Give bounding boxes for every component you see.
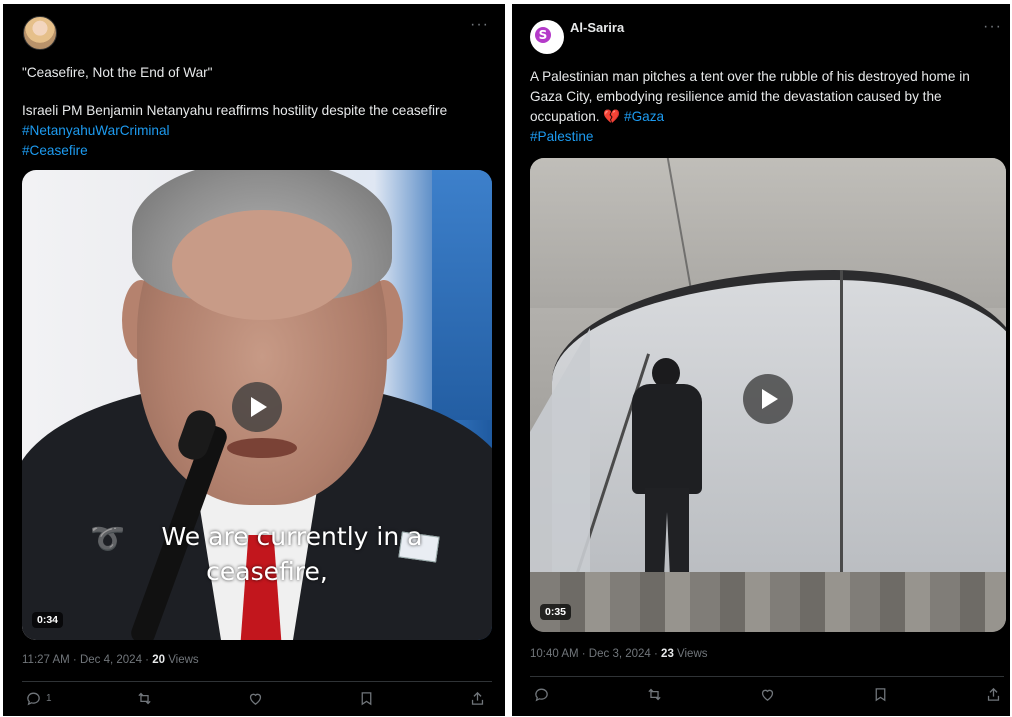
post-text: A Palestinian man pitches a tent over th… <box>530 67 1005 147</box>
post-text: "Ceasefire, Not the End of War" Israeli … <box>22 63 492 161</box>
divider <box>22 681 492 682</box>
reply-icon <box>27 692 40 706</box>
post-body: A Palestinian man pitches a tent over th… <box>530 69 970 124</box>
views-label: Views <box>165 654 199 666</box>
views-count: 20 <box>152 654 165 666</box>
more-options-icon[interactable]: ··· <box>983 18 1002 36</box>
share-button[interactable] <box>469 690 486 707</box>
post-timestamp[interactable]: 10:40 AM · Dec 3, 2024 · <box>530 648 661 660</box>
divider <box>530 676 1004 677</box>
video-caption-line: ceasefire, <box>206 557 328 586</box>
man-body <box>632 384 702 494</box>
author-name[interactable]: Al-Sarira <box>570 20 624 35</box>
reply-button[interactable] <box>533 686 554 703</box>
play-icon[interactable] <box>743 374 793 424</box>
play-icon[interactable] <box>232 382 282 432</box>
reply-icon <box>535 688 548 702</box>
bookmark-button[interactable] <box>358 690 375 707</box>
post-card-1: ··· "Ceasefire, Not the End of War" Isra… <box>3 4 505 716</box>
share-button[interactable] <box>985 686 1002 703</box>
broken-heart-icon: 💔 <box>603 109 621 124</box>
author-avatar[interactable] <box>23 16 57 50</box>
repost-button[interactable] <box>646 686 663 703</box>
man-figure <box>627 358 707 608</box>
share-icon <box>471 691 484 705</box>
post-body: Israeli PM Benjamin Netanyahu reaffirms … <box>22 103 448 118</box>
more-options-icon[interactable]: ··· <box>470 16 489 34</box>
hashtag-link[interactable]: #Palestine <box>530 127 1005 147</box>
heart-icon <box>249 693 262 705</box>
bookmark-icon <box>875 688 886 702</box>
hashtag-link[interactable]: #Gaza <box>624 109 664 124</box>
reply-count: 1 <box>46 693 52 704</box>
video-caption-line: We are currently in a <box>161 522 423 551</box>
avatar-logo: S <box>535 27 551 43</box>
bookmark-icon <box>361 692 372 706</box>
speaker-mouth <box>227 438 297 458</box>
share-icon <box>987 687 1000 701</box>
like-button[interactable] <box>759 686 776 703</box>
video-duration: 0:35 <box>540 604 572 620</box>
reply-button[interactable]: 1 <box>25 690 52 707</box>
video-player[interactable]: 0:35 <box>530 158 1006 632</box>
heart-icon <box>761 689 774 701</box>
flag-background <box>432 170 492 420</box>
repost-icon <box>138 692 151 705</box>
video-player[interactable]: ➰ We are currently in a ceasefire, 0:34 <box>22 170 492 640</box>
tent <box>552 270 1006 590</box>
views-count: 23 <box>661 648 674 660</box>
repost-icon <box>648 688 661 701</box>
repost-button[interactable] <box>136 690 153 707</box>
post-meta: 10:40 AM · Dec 3, 2024 · 23 Views <box>530 648 708 660</box>
speaker-forehead <box>172 210 352 320</box>
like-button[interactable] <box>247 690 264 707</box>
post-headline: "Ceasefire, Not the End of War" <box>22 65 213 80</box>
hashtag-link[interactable]: #NetanyahuWarCriminal <box>22 121 492 141</box>
views-label: Views <box>673 648 708 660</box>
video-duration: 0:34 <box>32 612 64 628</box>
bookmark-button[interactable] <box>872 686 889 703</box>
post-meta: 11:27 AM · Dec 4, 2024 · 20 Views <box>22 654 199 666</box>
rubble <box>530 572 1006 632</box>
post-card-2: S Al-Sarira ··· A Palestinian man pitche… <box>512 4 1010 716</box>
hashtag-link[interactable]: #Ceasefire <box>22 141 492 161</box>
post-timestamp[interactable]: 11:27 AM · Dec 4, 2024 · <box>22 654 152 666</box>
tent-pole <box>840 270 843 590</box>
author-avatar[interactable]: S <box>530 20 564 54</box>
